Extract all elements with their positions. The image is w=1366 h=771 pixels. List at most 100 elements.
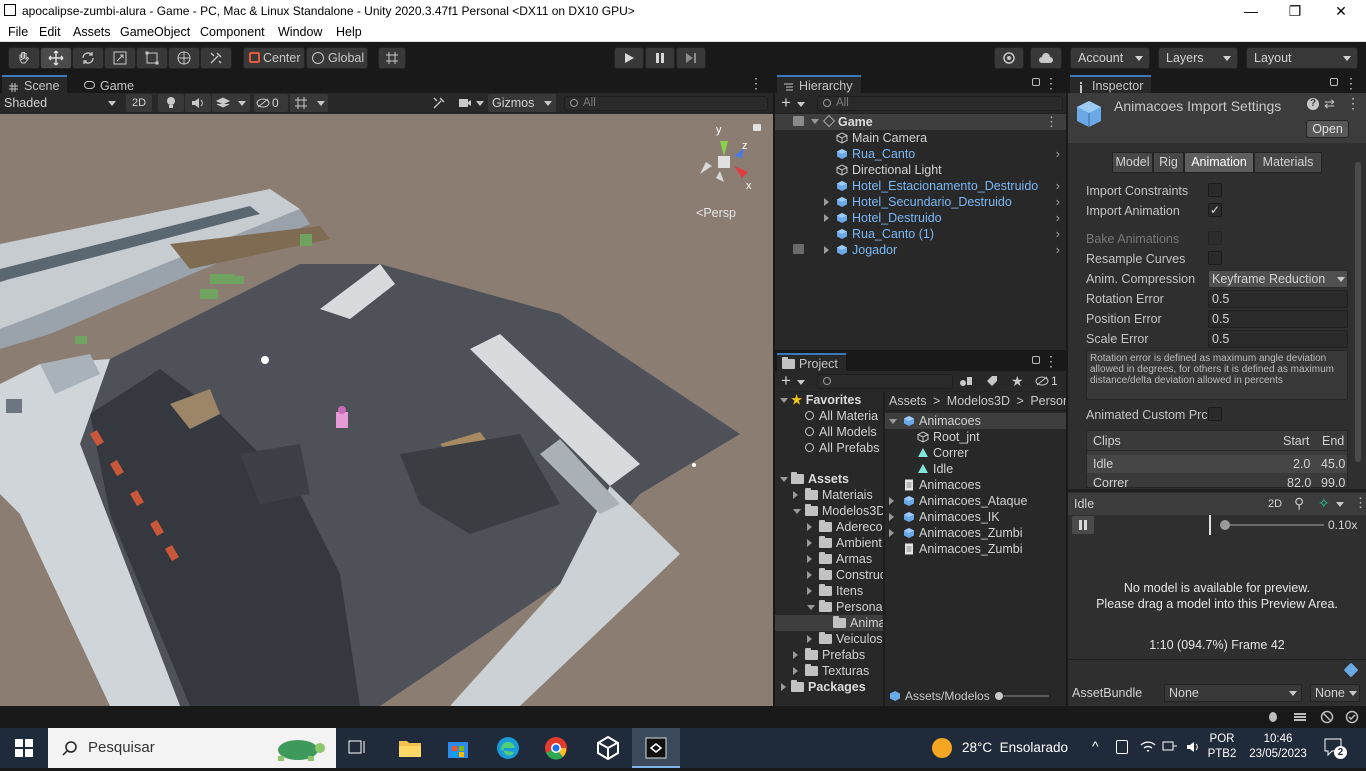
scene-menu-icon[interactable]: ⋮ (1045, 114, 1058, 130)
hierarchy-item[interactable]: Hotel_Estacionamento_Destruido › (775, 178, 1066, 194)
chevron-up-icon[interactable]: ^ (1092, 738, 1099, 754)
assets-root-row[interactable]: Assets (791, 471, 849, 487)
lock-icon[interactable] (1032, 356, 1040, 364)
collapsed-arrow-icon[interactable] (807, 539, 812, 547)
star-icon[interactable]: ★ (1011, 373, 1024, 390)
favorite-item[interactable]: All Models (805, 424, 877, 440)
hierarchy-menu-icon[interactable]: ⋮ (1044, 75, 1058, 92)
no-entry-icon[interactable] (1320, 710, 1334, 724)
notification-center-button[interactable]: 2 (1324, 738, 1347, 759)
scene-search-input[interactable]: All (564, 96, 768, 111)
file-item[interactable]: Animacoes_Zumbi (885, 525, 1066, 541)
file-item[interactable]: Animacoes_IK (885, 509, 1066, 525)
breadcrumb-item[interactable]: Person (1030, 394, 1066, 408)
expand-arrow-icon[interactable] (824, 214, 829, 222)
menu-component[interactable]: Component (200, 25, 265, 39)
layers-dropdown[interactable]: Layers (1158, 47, 1238, 69)
file-item[interactable]: Idle (885, 461, 1066, 477)
preview-splitter[interactable] (1068, 489, 1366, 492)
scene-visibility-icon[interactable] (793, 116, 804, 126)
pivot-center-button[interactable]: Center (243, 47, 305, 69)
preset-icon[interactable]: ⇄ (1324, 96, 1335, 112)
breadcrumb-item[interactable]: Assets (889, 394, 927, 408)
edge-button[interactable] (494, 734, 522, 762)
folder-item[interactable]: Ambient (775, 535, 883, 551)
file-item[interactable]: Root_jnt (885, 429, 1066, 445)
hierarchy-search-input[interactable]: All (817, 96, 1063, 111)
hidden-objects-toggle[interactable]: 0 (254, 94, 288, 112)
menu-help[interactable]: Help (336, 25, 362, 39)
volume-icon[interactable] (1186, 740, 1202, 754)
folder-item[interactable]: Adereco (775, 519, 883, 535)
hierarchy-item[interactable]: Rua_Canto (1) › (775, 226, 1066, 242)
timeline-playhead[interactable] (1209, 515, 1211, 535)
pause-button[interactable] (645, 47, 675, 69)
prefab-open-icon[interactable]: › (1056, 242, 1060, 257)
network-icon[interactable] (1162, 740, 1178, 754)
tab-model[interactable]: Model (1112, 152, 1153, 173)
animated-custom-checkbox[interactable] (1208, 407, 1222, 421)
pivot-global-button[interactable]: Global (306, 47, 368, 69)
expand-arrow-icon[interactable] (889, 419, 897, 424)
tab-materials[interactable]: Materials (1254, 152, 1322, 173)
help-icon[interactable]: ? (1307, 98, 1319, 110)
lock-icon[interactable] (1032, 78, 1040, 86)
camera-dropdown[interactable] (454, 94, 486, 112)
unity-editor-button[interactable] (632, 728, 680, 768)
scene-menu-icon[interactable]: ⋮ (749, 75, 763, 92)
start-button[interactable] (0, 728, 48, 768)
create-asset-button[interactable]: + (781, 371, 791, 391)
tab-game[interactable]: Game (78, 75, 143, 93)
collapsed-arrow-icon[interactable] (807, 587, 812, 595)
anim-compression-dropdown[interactable]: Keyframe Reduction (1208, 270, 1348, 288)
folder-item[interactable]: Itens (775, 583, 883, 599)
minimize-button[interactable]: — (1228, 0, 1274, 23)
collab-button[interactable] (994, 47, 1024, 69)
rect-tool-button[interactable] (136, 47, 168, 69)
prefab-open-icon[interactable]: › (1056, 210, 1060, 225)
custom-tool-button[interactable] (200, 47, 232, 69)
folder-item[interactable]: Modelos3D (775, 503, 883, 519)
grid-snap-button[interactable] (378, 47, 406, 69)
prefab-open-icon[interactable]: › (1056, 146, 1060, 161)
project-search-input[interactable] (817, 374, 953, 389)
lock-icon[interactable] (1330, 78, 1338, 86)
hidden-packages-toggle[interactable]: 1 (1035, 374, 1063, 388)
clock[interactable]: 10:46 23/05/2023 (1244, 732, 1312, 764)
hierarchy-item[interactable]: Rua_Canto › (775, 146, 1066, 162)
search-by-type-icon[interactable] (959, 375, 973, 387)
device-icon[interactable] (1116, 740, 1128, 754)
preview-pause-button[interactable] (1072, 516, 1094, 534)
speed-slider-thumb[interactable] (1220, 520, 1230, 530)
favorite-item[interactable]: All Prefabs (805, 440, 879, 456)
preview-2d-button[interactable]: 2D (1268, 498, 1282, 510)
task-view-button[interactable] (344, 736, 372, 760)
close-button[interactable]: ✕ (1318, 0, 1364, 23)
scene-tools-button[interactable] (426, 94, 452, 112)
projection-toggle[interactable]: <Persp (696, 206, 736, 220)
hand-tool-button[interactable] (8, 47, 40, 69)
collapsed-arrow-icon[interactable] (793, 491, 798, 499)
folder-item[interactable]: Persona (775, 599, 883, 615)
prefab-open-icon[interactable]: › (1056, 194, 1060, 209)
collapsed-arrow-icon[interactable] (793, 667, 798, 675)
asset-label-icon[interactable] (1343, 662, 1359, 678)
pivot-toggle-icon[interactable]: ⚲ (1294, 495, 1304, 512)
packages-row[interactable]: Packages (791, 679, 866, 695)
file-item[interactable]: Correr (885, 445, 1066, 461)
grid-dropdown[interactable] (290, 94, 328, 112)
context-menu-icon[interactable]: ⋮ (1346, 95, 1360, 112)
audio-toggle-button[interactable] (185, 94, 211, 112)
visibility-icon[interactable] (793, 244, 804, 254)
hierarchy-item[interactable]: Hotel_Secundario_Destruido › (775, 194, 1066, 210)
tab-rig[interactable]: Rig (1153, 152, 1184, 173)
position-error-field[interactable]: 0.5 (1208, 310, 1348, 328)
expand-arrow-icon[interactable] (824, 246, 829, 254)
play-button[interactable] (614, 47, 644, 69)
weather-text[interactable]: 28°C Ensolarado (962, 740, 1068, 755)
transform-tool-button[interactable] (168, 47, 200, 69)
layout-dropdown[interactable]: Layout (1246, 47, 1358, 69)
hierarchy-item[interactable]: Jogador › (775, 242, 1066, 258)
unity-hub-button[interactable] (594, 734, 622, 762)
step-button[interactable] (676, 47, 706, 69)
